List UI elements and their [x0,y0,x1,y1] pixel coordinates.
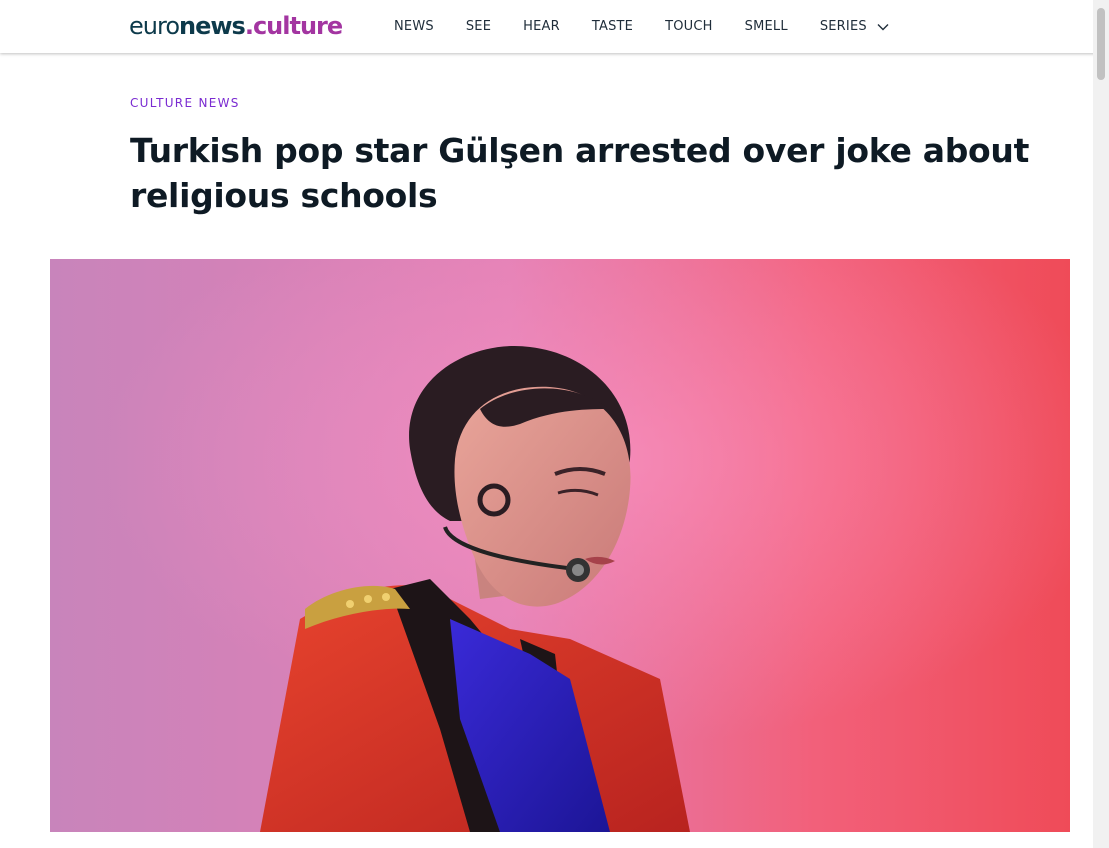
euronews-culture-logo[interactable]: euro news. culture [129,10,343,42]
logo-text-culture: culture [252,12,343,40]
main-nav: NEWS SEE HEAR TASTE TOUCH SMELL SERIES [394,0,922,53]
nav-item-taste[interactable]: TASTE [592,19,633,34]
nav-label: TASTE [591,19,634,34]
nav-label: SERIES [819,19,867,34]
logo-text-euro: euro [129,12,180,40]
site-header: euro news. culture NEWS SEE HEAR TASTE TOU… [0,0,1109,53]
hero-photo-icon [50,259,1070,832]
nav-item-see[interactable]: SEE [466,19,491,34]
nav-label: TOUCH [665,19,713,34]
nav-item-smell[interactable]: SMELL [745,19,788,34]
logo-text-news: news [179,12,246,40]
article-category-link[interactable]: CULTURE NEWS [130,96,240,110]
logo-text-dot: . [244,12,254,40]
nav-item-news[interactable]: NEWS [394,19,434,34]
nav-label: NEWS [394,19,434,34]
scrollbar-thumb[interactable] [1097,8,1105,80]
nav-item-series[interactable]: SERIES [820,19,890,34]
page-scrollbar[interactable] [1093,0,1109,848]
nav-item-touch[interactable]: TOUCH [665,19,713,34]
chevron-down-icon [876,20,890,34]
article-hero-image [50,259,1070,832]
nav-label: HEAR [523,19,560,34]
nav-label: SMELL [744,19,788,34]
nav-item-hear[interactable]: HEAR [523,19,560,34]
article-headline: Turkish pop star Gülşen arrested over jo… [130,131,1030,215]
nav-label: SEE [465,19,492,34]
